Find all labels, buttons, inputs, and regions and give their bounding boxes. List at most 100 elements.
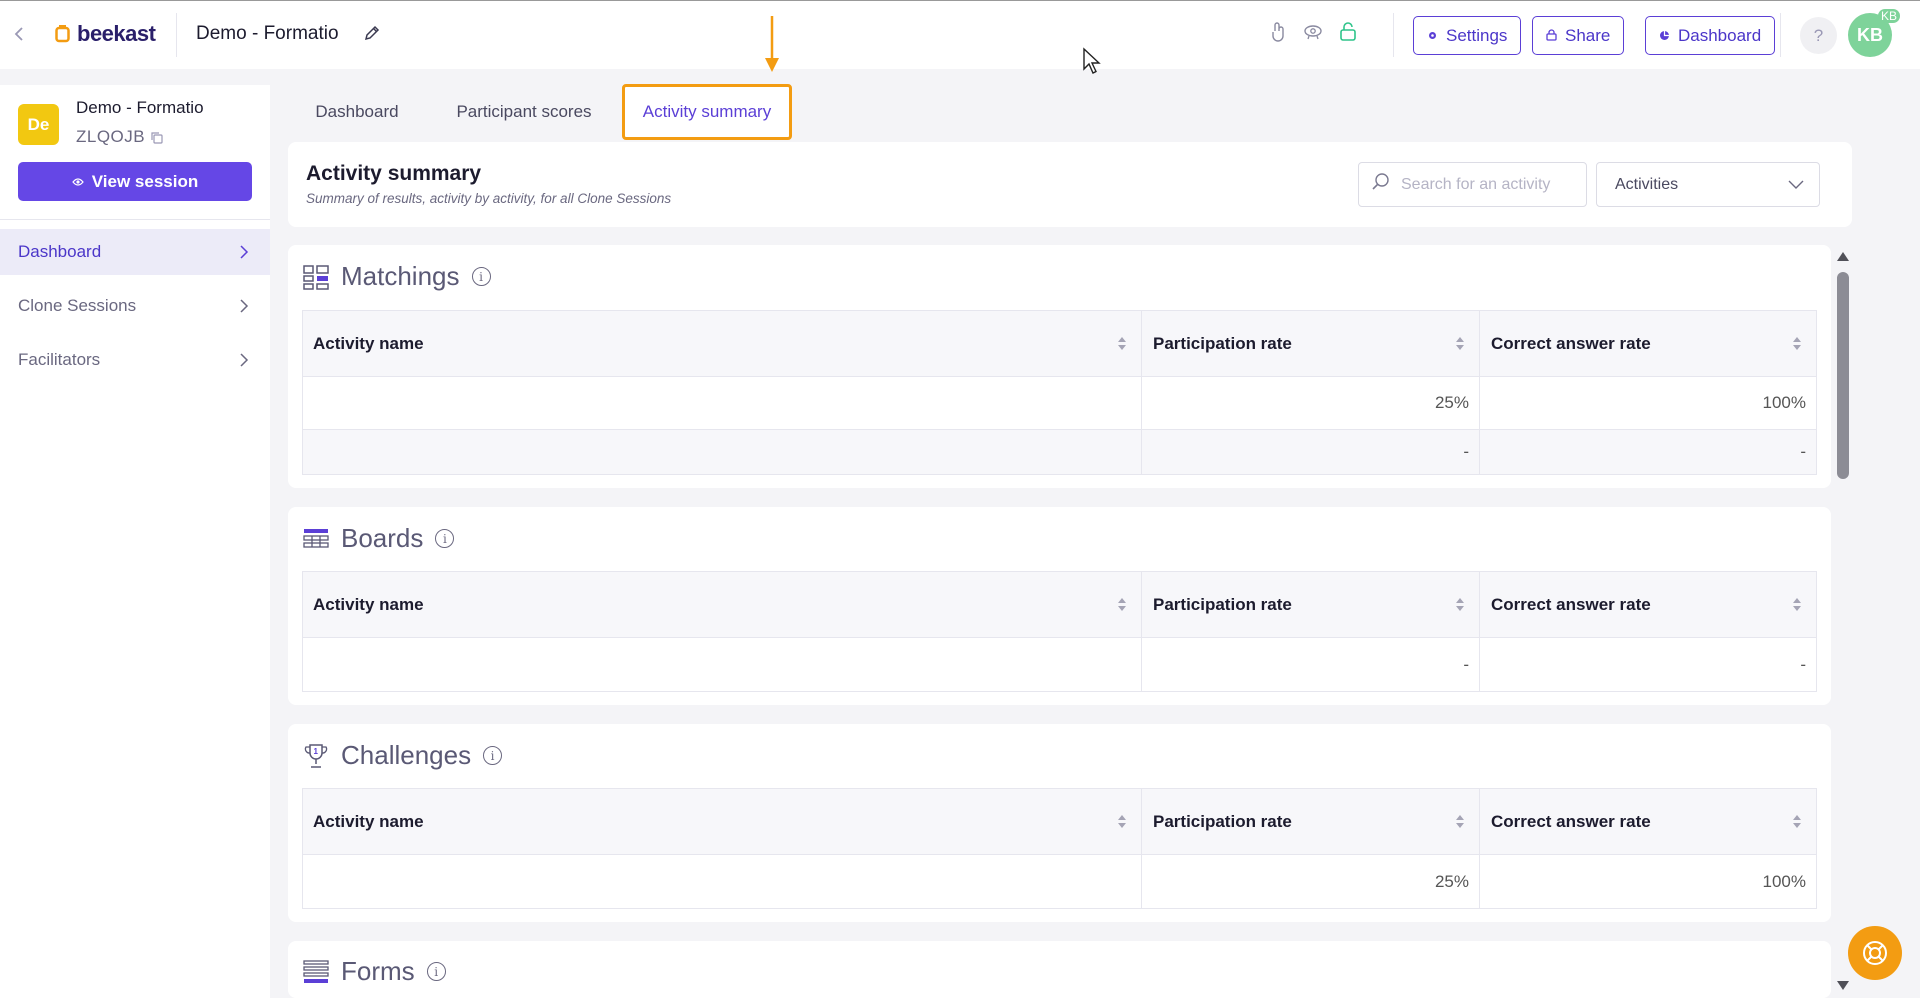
table-header-row: Activity name Participation rate Correct… xyxy=(303,572,1816,638)
dashboard-button[interactable]: Dashboard xyxy=(1645,16,1776,55)
divider xyxy=(0,219,270,220)
forms-section: Forms i xyxy=(288,941,1831,998)
sidebar: De Demo - Formatio ZLQOJB View session D… xyxy=(0,85,270,998)
settings-label: Settings xyxy=(1446,25,1508,45)
correct-answer-rate-cell: - xyxy=(1479,430,1816,474)
activities-filter-select[interactable]: Activities xyxy=(1596,162,1820,207)
column-header-activity-name[interactable]: Activity name xyxy=(303,311,1141,376)
sidebar-item-facilitators[interactable]: Facilitators xyxy=(0,337,270,383)
column-header-participation-rate[interactable]: Participation rate xyxy=(1141,311,1479,376)
correct-answer-rate-cell: - xyxy=(1479,638,1816,691)
sort-icon[interactable] xyxy=(1792,335,1802,352)
table-row[interactable]: 25% 100% xyxy=(303,855,1816,908)
tab-activity-summary[interactable]: Activity summary xyxy=(622,84,792,140)
column-header-correct-answer-rate[interactable]: Correct answer rate xyxy=(1479,311,1816,376)
column-header-participation-rate[interactable]: Participation rate xyxy=(1141,572,1479,637)
scrollbar-thumb[interactable] xyxy=(1837,272,1849,479)
back-chevron-icon[interactable] xyxy=(12,23,28,47)
sort-icon[interactable] xyxy=(1117,596,1127,613)
column-header-correct-answer-rate[interactable]: Correct answer rate xyxy=(1479,789,1816,854)
chevron-right-icon xyxy=(238,297,250,315)
avatar-badge: KB xyxy=(1878,9,1901,23)
info-icon[interactable]: i xyxy=(426,962,446,981)
sort-icon[interactable] xyxy=(1117,335,1127,352)
activity-search[interactable] xyxy=(1358,162,1587,207)
scroll-down-arrow-icon[interactable] xyxy=(1836,980,1850,992)
settings-button[interactable]: Settings xyxy=(1413,16,1522,55)
session-name: Demo - Formatio xyxy=(76,98,204,117)
sort-icon[interactable] xyxy=(1455,813,1465,830)
sidebar-item-dashboard[interactable]: Dashboard xyxy=(0,229,270,275)
column-header-participation-rate[interactable]: Participation rate xyxy=(1141,789,1479,854)
sort-icon[interactable] xyxy=(1117,813,1127,830)
projector-icon[interactable] xyxy=(1303,21,1323,43)
divider xyxy=(1780,13,1781,57)
sort-icon[interactable] xyxy=(1455,596,1465,613)
participation-rate-cell: - xyxy=(1141,638,1479,691)
lifebuoy-icon xyxy=(1863,941,1887,965)
sort-icon[interactable] xyxy=(1455,335,1465,352)
page-title: Activity summary xyxy=(306,162,482,185)
sort-icon[interactable] xyxy=(1792,813,1802,830)
tab-participant-scores[interactable]: Participant scores xyxy=(428,84,620,140)
share-label: Share xyxy=(1565,25,1611,45)
section-title: Matchings xyxy=(341,261,460,291)
tab-dashboard[interactable]: Dashboard xyxy=(290,84,424,140)
sort-icon[interactable] xyxy=(1792,596,1802,613)
gear-icon xyxy=(1427,26,1438,46)
view-session-label: View session xyxy=(91,171,199,191)
column-header-correct-answer-rate[interactable]: Correct answer rate xyxy=(1479,572,1816,637)
info-icon[interactable]: i xyxy=(471,267,491,286)
matchings-icon xyxy=(303,264,329,290)
activity-name-cell xyxy=(303,638,1141,691)
sidebar-item-label: Facilitators xyxy=(18,350,101,369)
hand-raise-icon[interactable] xyxy=(1268,21,1288,43)
lock-icon xyxy=(1546,26,1557,46)
section-title: Forms xyxy=(341,956,415,986)
forms-icon xyxy=(303,959,329,985)
session-code: ZLQOJB xyxy=(76,127,146,146)
beekast-logo[interactable]: beekast xyxy=(55,21,156,47)
boards-icon xyxy=(303,526,329,552)
chevron-right-icon xyxy=(238,351,250,369)
search-input[interactable] xyxy=(1401,175,1581,194)
eye-icon xyxy=(71,172,84,192)
page-subtitle: Summary of results, activity by activity… xyxy=(306,191,672,206)
table-row[interactable]: 25% 100% xyxy=(303,377,1816,430)
column-header-activity-name[interactable]: Activity name xyxy=(303,789,1141,854)
participation-rate-cell: 25% xyxy=(1141,855,1479,908)
column-header-activity-name[interactable]: Activity name xyxy=(303,572,1141,637)
view-session-button[interactable]: View session xyxy=(18,162,252,201)
challenges-table: Activity name Participation rate Correct… xyxy=(302,788,1817,909)
divider xyxy=(1393,13,1394,57)
info-icon[interactable]: i xyxy=(483,746,503,765)
pencil-icon[interactable] xyxy=(362,23,384,45)
sidebar-item-clone-sessions[interactable]: Clone Sessions xyxy=(0,283,270,329)
top-bar: beekast Demo - Formatio Settings Share D… xyxy=(0,0,1920,69)
activity-name-cell xyxy=(303,430,1141,474)
table-row[interactable]: - - xyxy=(303,430,1816,474)
participation-rate-cell: 25% xyxy=(1141,377,1479,429)
scroll-up-arrow-icon[interactable] xyxy=(1836,250,1850,262)
matchings-table: Activity name Participation rate Correct… xyxy=(302,310,1817,475)
activity-name-cell xyxy=(303,377,1141,429)
search-icon xyxy=(1371,172,1391,197)
unlock-icon[interactable] xyxy=(1338,21,1358,43)
share-button[interactable]: Share xyxy=(1532,16,1625,55)
matchings-section: Matchings i Activity name Participation … xyxy=(288,245,1831,488)
copy-icon[interactable] xyxy=(150,131,164,145)
correct-answer-rate-cell: 100% xyxy=(1479,377,1816,429)
annotation-arrow-icon xyxy=(765,16,779,72)
svg-text:1: 1 xyxy=(314,747,319,756)
participation-rate-cell: - xyxy=(1141,430,1479,474)
info-icon[interactable]: i xyxy=(435,529,455,548)
help-button[interactable]: ? xyxy=(1800,17,1837,54)
logo-text: beekast xyxy=(77,21,156,46)
challenges-section: 1 Challenges i Activity name Participati… xyxy=(288,724,1831,922)
chevron-right-icon xyxy=(238,243,250,261)
help-center-button[interactable] xyxy=(1848,926,1902,980)
table-row[interactable]: - - xyxy=(303,638,1816,691)
chart-pie-icon xyxy=(1659,26,1670,46)
trophy-icon: 1 xyxy=(303,743,329,769)
sidebar-item-label: Clone Sessions xyxy=(18,296,137,315)
